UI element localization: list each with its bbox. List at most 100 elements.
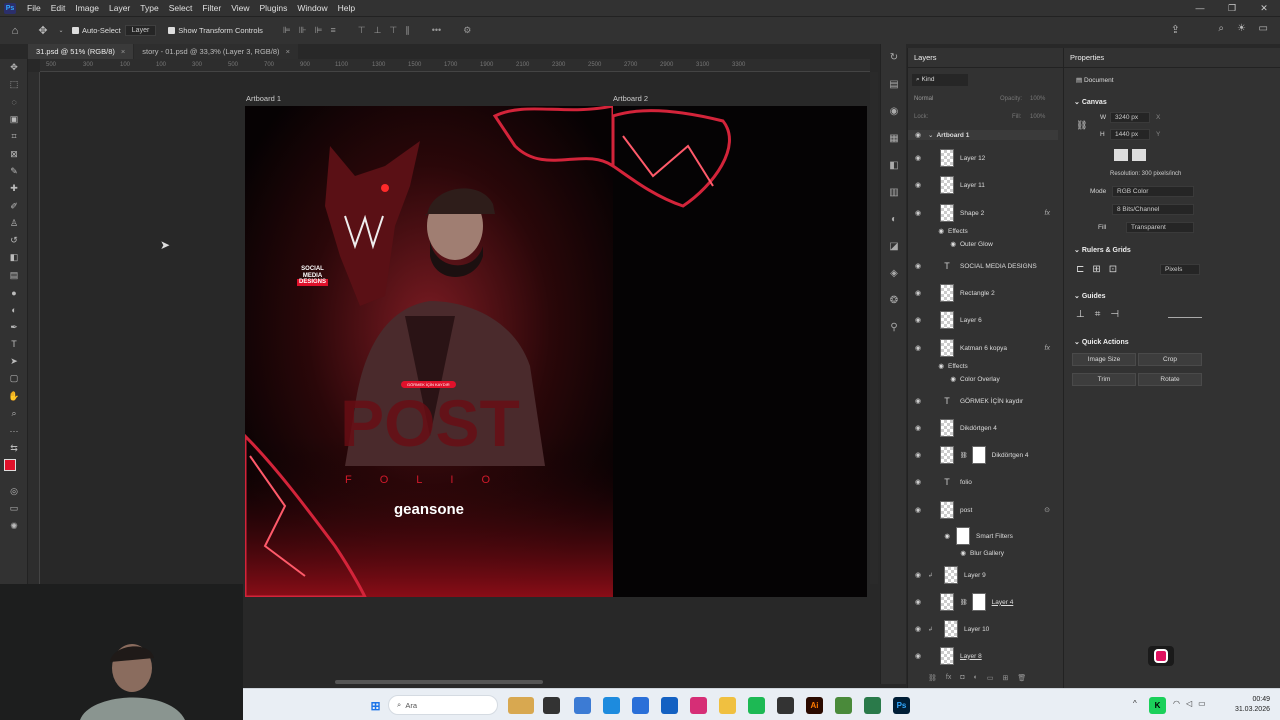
layer-row[interactable]: ◉ Layer 12 — [908, 148, 1058, 168]
layer-row[interactable]: ◉ T GÖRMEK İÇİN kaydır — [908, 391, 1058, 411]
vertical-scrollbar[interactable] — [870, 72, 878, 584]
info-icon[interactable]: ❂ — [881, 287, 907, 314]
ruler-icon[interactable]: ⊏ — [1076, 264, 1084, 275]
layer-row[interactable]: ◉ ↲ Layer 9 — [908, 565, 1058, 585]
illustrator-icon[interactable]: Ai — [806, 697, 823, 714]
link-layers-icon[interactable]: ⛓ — [928, 674, 937, 682]
artboard-1-label[interactable]: Artboard 1 — [246, 94, 281, 103]
zoom-tool-icon[interactable]: ⌕ — [0, 405, 28, 422]
battery-icon[interactable]: ▭ — [1198, 699, 1206, 708]
wifi-icon[interactable]: ◠ — [1173, 699, 1180, 708]
close-icon[interactable]: ✕ — [1248, 0, 1280, 16]
close-tab-icon[interactable]: × — [121, 47, 125, 56]
menu-filter[interactable]: Filter — [197, 3, 226, 13]
dodge-tool-icon[interactable]: ◐ — [0, 301, 28, 318]
height-field[interactable]: 1440 px — [1110, 129, 1150, 140]
chrome-profile-icon[interactable] — [864, 697, 881, 714]
maximize-icon[interactable]: ❐ — [1216, 0, 1248, 16]
menu-view[interactable]: View — [226, 3, 254, 13]
filter-row[interactable]: ◉ Blur Gallery — [908, 548, 1058, 558]
adjustments-icon[interactable]: ◧ — [881, 152, 907, 179]
volume-icon[interactable]: ◁ — [1186, 699, 1192, 708]
layer-row[interactable]: ◉ ⛓ Dikdörtgen 4 — [908, 445, 1058, 465]
width-field[interactable]: 3240 px — [1110, 112, 1150, 123]
lasso-tool-icon[interactable]: ◌ — [0, 94, 28, 111]
color-icon[interactable]: ◐ — [881, 206, 907, 233]
align-left-icon[interactable]: ⊫ — [283, 25, 291, 36]
guide-icon[interactable]: ⊥ — [1076, 309, 1085, 320]
artboard-tool-icon[interactable]: ⬚ — [0, 76, 28, 93]
menu-help[interactable]: Help — [333, 3, 360, 13]
blend-mode[interactable]: Normal — [914, 96, 933, 102]
link-icon[interactable]: ⛓ — [1076, 120, 1087, 131]
pixel-grid-icon[interactable]: ⊡ — [1109, 264, 1117, 275]
eraser-tool-icon[interactable]: ◧ — [0, 249, 28, 266]
eye-icon[interactable]: ◉ — [908, 424, 928, 432]
tab-31-psd[interactable]: 31.psd @ 51% (RGB/8) × — [28, 44, 134, 59]
properties-panel-title[interactable]: Properties — [1064, 48, 1280, 68]
brush-tool-icon[interactable]: ✐ — [0, 197, 28, 214]
eyedropper-tool-icon[interactable]: ✎ — [0, 163, 28, 180]
eye-icon[interactable]: ◉ — [908, 451, 928, 459]
close-tab-icon[interactable]: × — [286, 47, 290, 56]
chrome-icon[interactable] — [835, 697, 852, 714]
menu-layer[interactable]: Layer — [104, 3, 135, 13]
distribute-icon[interactable]: ≡ — [330, 25, 335, 36]
screen-mode-icon[interactable]: ▭ — [0, 500, 28, 517]
history-brush-tool-icon[interactable]: ↺ — [0, 232, 28, 249]
swatches-icon[interactable]: ▦ — [881, 125, 907, 152]
object-select-tool-icon[interactable]: ▣ — [0, 111, 28, 128]
home-icon[interactable]: ⌂ — [0, 25, 30, 37]
properties-icon[interactable]: ◈ — [881, 260, 907, 287]
menu-image[interactable]: Image — [70, 3, 104, 13]
store-icon[interactable] — [632, 697, 649, 714]
eye-icon[interactable]: ◉ — [908, 397, 928, 405]
blur-tool-icon[interactable]: ● — [0, 284, 28, 301]
align-center-icon[interactable]: ⊪ — [299, 25, 307, 36]
crop-tool-icon[interactable]: ⌗ — [0, 128, 28, 145]
eye-icon[interactable]: ◉ — [908, 240, 960, 248]
fx-icon[interactable]: fx — [1045, 345, 1050, 352]
smart-filters-row[interactable]: ◉ Smart Filters — [908, 526, 1058, 546]
effects-row[interactable]: ◉ Effects — [908, 226, 1058, 236]
layer-row[interactable]: ◉ post ⊙ — [908, 500, 1058, 520]
eye-icon[interactable]: ◉ — [908, 375, 960, 383]
eye-icon[interactable]: ◉ — [908, 532, 956, 540]
transform-controls-checkbox[interactable]: Show Transform Controls — [168, 26, 263, 35]
gear-icon[interactable]: ⚙ — [463, 25, 471, 36]
kind-filter[interactable]: ⌕ Kind — [912, 74, 968, 86]
align-right-icon[interactable]: ⊫ — [315, 25, 323, 36]
adjustment-layer-icon[interactable]: ◐ — [974, 674, 978, 682]
layer-row[interactable]: ◉ Dikdörtgen 4 — [908, 418, 1058, 438]
bit-depth-dropdown[interactable]: 8 Bits/Channel — [1112, 204, 1194, 215]
menu-select[interactable]: Select — [164, 3, 198, 13]
pen-tool-icon[interactable]: ✒ — [0, 318, 28, 335]
layer-row[interactable]: ◉ ⛓ Layer 4 — [908, 592, 1058, 612]
quick-mask-icon[interactable]: ◎ — [0, 483, 28, 500]
align-top-icon[interactable]: ⊤ — [358, 25, 366, 36]
delete-layer-icon[interactable]: 🗑 — [1017, 674, 1026, 682]
layer-row-artboard-1[interactable]: ◉ ⌄ Artboard 1 — [908, 130, 1058, 140]
portrait-icon[interactable] — [1114, 149, 1128, 161]
guide-new-icon[interactable]: ⊣ — [1110, 309, 1119, 320]
crop-button[interactable]: Crop — [1138, 353, 1202, 366]
auto-select-checkbox[interactable]: Auto-Select — [72, 26, 121, 35]
eye-icon[interactable]: ◉ — [908, 571, 928, 579]
canvas-section[interactable]: ⌄ Canvas — [1074, 98, 1107, 106]
fill-value[interactable]: 100% — [1030, 114, 1045, 120]
move-tool-icon[interactable]: ✥ — [30, 24, 56, 37]
new-layer-icon[interactable]: ⊞ — [1002, 674, 1008, 682]
eye-icon[interactable]: ◉ — [908, 625, 928, 633]
outlook-icon[interactable] — [661, 697, 678, 714]
more-tools-icon[interactable]: ··· — [0, 422, 28, 439]
layer-row[interactable]: ◉ Layer 6 — [908, 310, 1058, 330]
fx-icon[interactable]: fx — [946, 674, 951, 682]
gradient-tool-icon[interactable]: ▤ — [0, 267, 28, 284]
chevron-down-icon[interactable]: ⌄ — [928, 131, 933, 139]
layer-row[interactable]: ◉ Layer 8 — [908, 646, 1058, 666]
guide-layout-icon[interactable]: ⌗ — [1095, 309, 1101, 320]
path-select-tool-icon[interactable]: ➤ — [0, 353, 28, 370]
eye-icon[interactable]: ◉ — [908, 227, 948, 235]
align-bottom-icon[interactable]: ⊤ — [389, 25, 397, 36]
task-view-icon[interactable] — [543, 697, 560, 714]
